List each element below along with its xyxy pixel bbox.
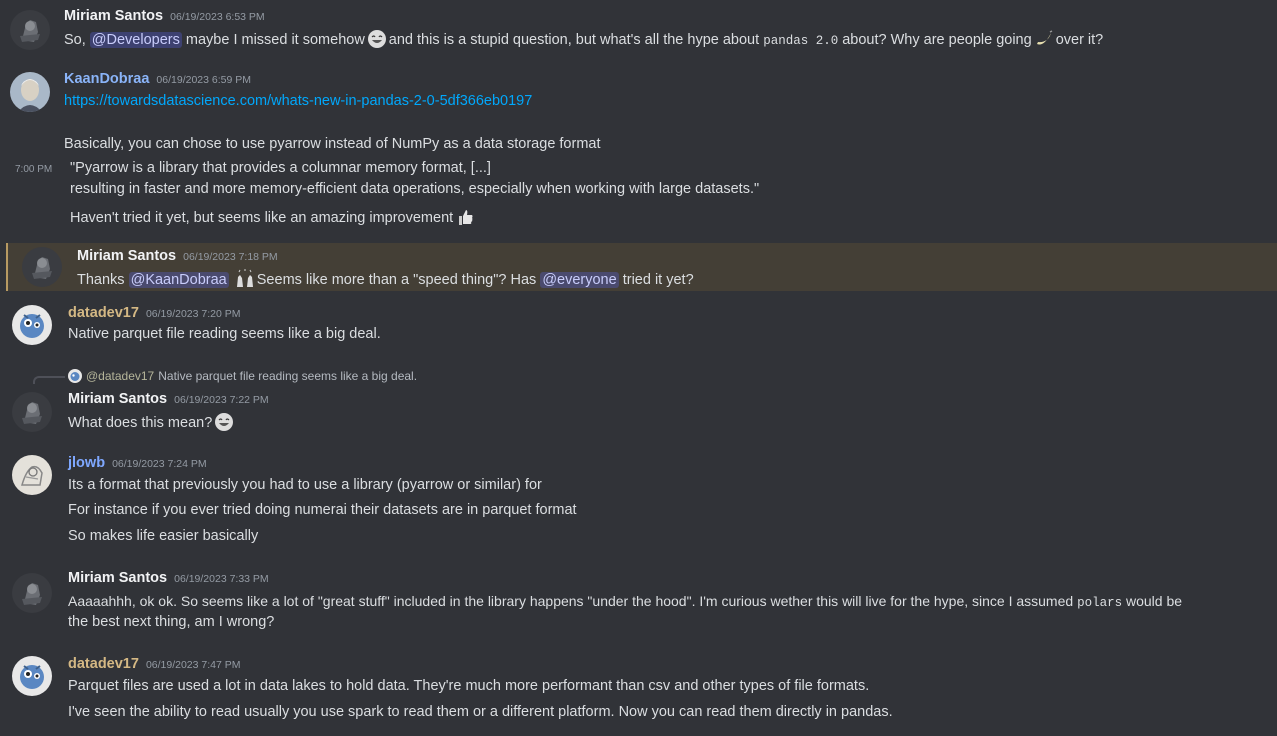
text-segment: over it? bbox=[1055, 32, 1104, 48]
message-text: Its a format that previously you had to … bbox=[68, 477, 542, 493]
reply-text: Native parquet file reading seems like a… bbox=[158, 369, 418, 383]
inline-code: polars bbox=[1077, 596, 1123, 610]
timestamp: 06/19/2023 7:33 PM bbox=[174, 573, 269, 585]
text-segment: So, bbox=[64, 32, 86, 48]
author-label[interactable]: datadev17 bbox=[68, 656, 139, 672]
mention-developers[interactable]: @Developers bbox=[89, 32, 182, 48]
author-label[interactable]: Miriam Santos bbox=[77, 248, 176, 264]
message-text: So makes life easier basically bbox=[68, 528, 259, 544]
reply-connector bbox=[33, 376, 65, 384]
raised-hands-emoji-icon bbox=[235, 269, 255, 289]
author-name[interactable]: Miriam Santos 06/19/2023 6:53 PM bbox=[64, 8, 265, 24]
text-segment: would be bbox=[1125, 593, 1183, 609]
text-segment: Thanks bbox=[77, 272, 125, 288]
avatar[interactable] bbox=[22, 247, 62, 287]
timestamp: 06/19/2023 6:53 PM bbox=[170, 11, 265, 23]
avatar[interactable] bbox=[10, 72, 50, 112]
message-text: Aaaaahhh, ok ok. So seems like a lot of … bbox=[68, 593, 1182, 610]
message-text: Native parquet file reading seems like a… bbox=[68, 326, 381, 342]
message-link[interactable]: https://towardsdatascience.com/whats-new… bbox=[64, 93, 532, 109]
avatar[interactable] bbox=[12, 573, 52, 613]
avatar[interactable] bbox=[12, 656, 52, 696]
text-segment: Aaaaahhh, ok ok. So seems like a lot of … bbox=[68, 593, 1074, 609]
message-text: For instance if you ever tried doing num… bbox=[68, 502, 577, 518]
timestamp: 06/19/2023 6:59 PM bbox=[156, 74, 251, 86]
mention-kaandobraa[interactable]: @KaanDobraa bbox=[128, 272, 229, 288]
text-segment: and this is a stupid question, but what'… bbox=[388, 32, 760, 48]
author-label[interactable]: Miriam Santos bbox=[64, 8, 163, 24]
avatar[interactable] bbox=[12, 455, 52, 495]
author-name[interactable]: Miriam Santos 06/19/2023 7:18 PM bbox=[77, 248, 278, 264]
author-name[interactable]: datadev17 06/19/2023 7:47 PM bbox=[68, 656, 241, 672]
message-text: Haven't tried it yet, but seems like an … bbox=[70, 207, 477, 227]
author-name[interactable]: Miriam Santos 06/19/2023 7:33 PM bbox=[68, 570, 269, 586]
text-segment: Seems like more than a "speed thing"? Ha… bbox=[256, 272, 537, 288]
text-segment: Haven't tried it yet, but seems like an … bbox=[70, 210, 454, 226]
author-label[interactable]: Miriam Santos bbox=[68, 391, 167, 407]
mention-everyone[interactable]: @everyone bbox=[540, 272, 619, 288]
message-text: Parquet files are used a lot in data lak… bbox=[68, 678, 870, 694]
message-text: So, @Developers maybe I missed it someho… bbox=[64, 29, 1103, 49]
author-label[interactable]: KaanDobraa bbox=[64, 71, 149, 87]
message-text: What does this mean? bbox=[68, 412, 236, 432]
message-text: the best next thing, am I wrong? bbox=[68, 614, 275, 630]
author-label[interactable]: jlowb bbox=[68, 455, 105, 471]
reply-preview[interactable]: @datadev17 Native parquet file reading se… bbox=[68, 369, 417, 383]
author-label[interactable]: datadev17 bbox=[68, 305, 139, 321]
laughing-emoji-icon bbox=[214, 412, 234, 432]
author-label[interactable]: Miriam Santos bbox=[68, 570, 167, 586]
author-name[interactable]: datadev17 06/19/2023 7:20 PM bbox=[68, 305, 241, 321]
message-text: Basically, you can chose to use pyarrow … bbox=[64, 136, 601, 152]
avatar[interactable] bbox=[12, 392, 52, 432]
reply-author[interactable]: @datadev17 bbox=[86, 369, 154, 383]
text-segment: about? Why are people going bbox=[842, 32, 1032, 48]
reply-avatar-icon bbox=[68, 369, 82, 383]
text-segment: maybe I missed it somehow bbox=[185, 32, 365, 48]
timestamp: 06/19/2023 7:24 PM bbox=[112, 458, 207, 470]
laughing-emoji-icon bbox=[367, 29, 387, 49]
hover-timestamp: 7:00 PM bbox=[15, 164, 53, 175]
message-text: Thanks @KaanDobraa Seems like more than … bbox=[77, 269, 694, 289]
author-name[interactable]: Miriam Santos 06/19/2023 7:22 PM bbox=[68, 391, 269, 407]
thumbs-up-emoji-icon bbox=[455, 207, 475, 227]
avatar[interactable] bbox=[12, 305, 52, 345]
timestamp: 06/19/2023 7:22 PM bbox=[174, 394, 269, 406]
author-name[interactable]: KaanDobraa 06/19/2023 6:59 PM bbox=[64, 71, 251, 87]
timestamp: 06/19/2023 7:18 PM bbox=[183, 251, 278, 263]
message-text: I've seen the ability to read usually yo… bbox=[68, 704, 893, 720]
timestamp: 06/19/2023 7:47 PM bbox=[145, 659, 241, 671]
avatar[interactable] bbox=[10, 10, 50, 50]
text-segment: tried it yet? bbox=[622, 272, 694, 288]
author-name[interactable]: jlowb 06/19/2023 7:24 PM bbox=[68, 455, 207, 471]
message-text: "Pyarrow is a library that provides a co… bbox=[70, 160, 491, 176]
text-segment: What does this mean? bbox=[68, 415, 213, 431]
message-text: resulting in faster and more memory-effi… bbox=[70, 181, 760, 197]
inline-code: pandas 2.0 bbox=[763, 34, 839, 48]
banana-emoji-icon bbox=[1034, 29, 1054, 49]
timestamp: 06/19/2023 7:20 PM bbox=[145, 308, 241, 320]
